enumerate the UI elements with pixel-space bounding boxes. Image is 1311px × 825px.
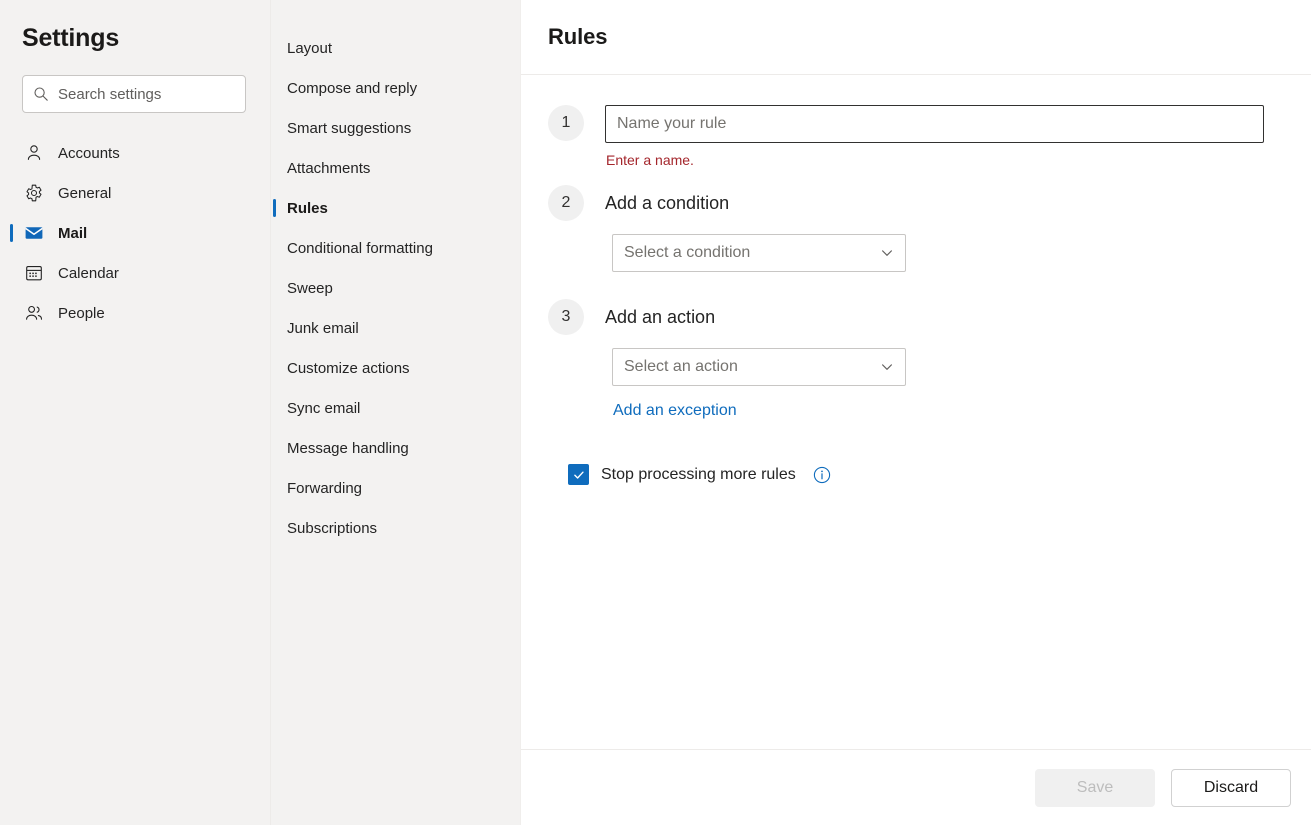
step-number-badge: 3 <box>548 299 584 335</box>
subnav-item-label: Customize actions <box>287 359 410 377</box>
stop-processing-checkbox[interactable] <box>568 464 589 485</box>
people-icon <box>24 303 44 323</box>
action-dropdown[interactable]: Select an action <box>612 348 906 386</box>
stop-processing-label: Stop processing more rules <box>601 465 796 483</box>
selection-indicator <box>273 199 276 217</box>
subnav-item-sync-email[interactable]: Sync email <box>271 388 520 428</box>
save-button[interactable]: Save <box>1035 768 1155 807</box>
subnav-item-smart-suggestions[interactable]: Smart suggestions <box>271 108 520 148</box>
subnav-item-message-handling[interactable]: Message handling <box>271 428 520 468</box>
subnav-item-label: Rules <box>287 199 328 217</box>
person-icon <box>24 143 44 163</box>
rules-pane: Rules 1 Enter a name. 2 Add a condition … <box>520 0 1311 825</box>
settings-title: Settings <box>22 24 120 52</box>
selection-indicator <box>10 224 13 242</box>
subnav-item-label: Conditional formatting <box>287 239 433 257</box>
add-action-heading: Add an action <box>605 307 716 327</box>
settings-sidebar: Settings Accounts <box>0 0 271 825</box>
subnav-item-conditional-formatting[interactable]: Conditional formatting <box>271 228 520 268</box>
info-icon[interactable] <box>813 466 831 484</box>
sidebar-item-label: Accounts <box>58 144 120 162</box>
sidebar-item-people[interactable]: People <box>0 293 271 333</box>
pane-footer: Save Discard <box>521 749 1311 825</box>
search-settings-box[interactable] <box>22 75 246 113</box>
search-input[interactable] <box>58 85 235 103</box>
subnav-item-forwarding[interactable]: Forwarding <box>271 468 520 508</box>
subnav-item-customize-actions[interactable]: Customize actions <box>271 348 520 388</box>
subnav-item-sweep[interactable]: Sweep <box>271 268 520 308</box>
add-condition-heading: Add a condition <box>605 193 730 213</box>
subnav-item-compose-and-reply[interactable]: Compose and reply <box>271 68 520 108</box>
stop-processing-row: Stop processing more rules <box>568 464 1311 485</box>
sidebar-item-mail[interactable]: Mail <box>0 213 271 253</box>
subnav-item-label: Subscriptions <box>287 519 378 537</box>
condition-dropdown[interactable]: Select a condition <box>612 234 906 272</box>
page-title: Rules <box>548 24 608 49</box>
calendar-icon <box>24 263 44 283</box>
subnav-item-label: Layout <box>287 39 333 57</box>
envelope-icon <box>24 223 44 243</box>
rule-name-input[interactable] <box>605 105 1264 143</box>
subnav-item-label: Sync email <box>287 399 361 417</box>
subnav-item-label: Sweep <box>287 279 333 297</box>
subnav-item-label: Compose and reply <box>287 79 418 97</box>
sidebar-item-label: Mail <box>58 224 88 242</box>
subnav-item-subscriptions[interactable]: Subscriptions <box>271 508 520 548</box>
rule-form: 1 Enter a name. 2 Add a condition Select… <box>521 76 1311 749</box>
gear-icon <box>24 183 44 203</box>
action-dropdown-value: Select an action <box>624 358 738 375</box>
subnav-item-label: Smart suggestions <box>287 119 412 137</box>
step-number-badge: 1 <box>548 105 584 141</box>
subnav-item-label: Forwarding <box>287 479 363 497</box>
step-2-add-condition: 2 Add a condition Select a condition <box>548 185 1311 272</box>
settings-nav-list: Accounts General Mail Calendar People <box>0 133 271 333</box>
sidebar-item-label: Calendar <box>58 264 119 282</box>
sidebar-item-calendar[interactable]: Calendar <box>0 253 271 293</box>
sidebar-item-accounts[interactable]: Accounts <box>0 133 271 173</box>
step-3-add-action: 3 Add an action Select an action Add an … <box>548 299 1311 420</box>
subnav-item-junk-email[interactable]: Junk email <box>271 308 520 348</box>
subnav-item-label: Junk email <box>287 319 359 337</box>
subnav-item-attachments[interactable]: Attachments <box>271 148 520 188</box>
add-an-exception-link[interactable]: Add an exception <box>613 402 737 420</box>
sidebar-item-label: People <box>58 304 105 322</box>
subnav-item-layout[interactable]: Layout <box>271 28 520 68</box>
subnav-item-rules[interactable]: Rules <box>271 188 520 228</box>
sidebar-item-general[interactable]: General <box>0 173 271 213</box>
mail-subnav: Layout Compose and reply Smart suggestio… <box>271 0 520 825</box>
step-number-badge: 2 <box>548 185 584 221</box>
step-1-name-rule: 1 Enter a name. <box>548 105 1311 168</box>
settings-window: Settings Accounts <box>0 0 1311 825</box>
sidebar-item-label: General <box>58 184 112 202</box>
rule-name-error: Enter a name. <box>606 152 694 168</box>
condition-dropdown-value: Select a condition <box>624 244 751 261</box>
search-icon <box>33 86 49 102</box>
pane-header: Rules <box>521 0 1311 75</box>
discard-button[interactable]: Discard <box>1171 768 1291 807</box>
subnav-item-label: Attachments <box>287 159 371 177</box>
chevron-down-icon <box>880 246 894 260</box>
chevron-down-icon <box>880 360 894 374</box>
subnav-item-label: Message handling <box>287 439 409 457</box>
